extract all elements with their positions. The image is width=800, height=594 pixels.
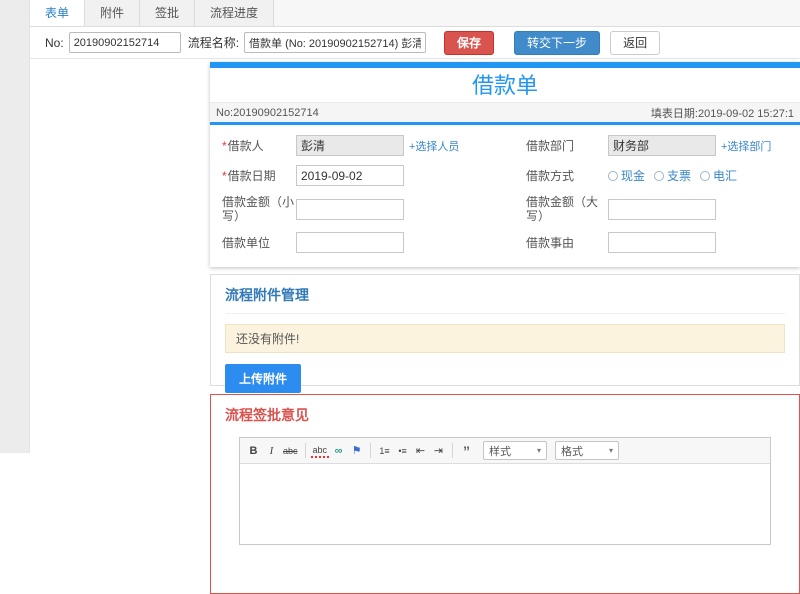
tab-progress[interactable]: 流程进度 (195, 0, 275, 26)
amount-lower-field (296, 198, 526, 220)
next-step-button[interactable]: 转交下一步 (514, 30, 601, 55)
loan-form-panel: 借款单 No:20190902152714 填表日期:2019-09-02 15… (210, 62, 800, 267)
process-name-input[interactable] (244, 32, 427, 53)
radio-icon (608, 170, 618, 181)
no-attachment-notice: 还没有附件! (225, 324, 785, 353)
chevron-down-icon: ▾ (609, 446, 614, 455)
no-label: No: (45, 35, 64, 50)
bullet-list-icon[interactable]: •≡ (394, 442, 411, 459)
format-select-label: 格式 (561, 445, 584, 458)
form-title: 借款单 (471, 73, 538, 98)
flag-icon[interactable]: ⚑ (348, 442, 365, 459)
dept-label: 借款部门 (526, 138, 575, 153)
radio-option-cash[interactable]: 现金 (608, 167, 645, 184)
upload-attachment-button[interactable]: 上传附件 (225, 364, 302, 393)
radio-option-check[interactable]: 支票 (654, 167, 691, 184)
italic-button[interactable]: I (263, 442, 280, 459)
tab-attachments[interactable]: 附件 (85, 0, 141, 26)
spellcheck-icon[interactable]: abc (310, 444, 330, 458)
no-input[interactable] (68, 32, 181, 53)
chevron-down-icon: ▾ (537, 446, 542, 455)
tab-form[interactable]: 表单 (30, 0, 86, 26)
borrow-date-field (296, 165, 526, 186)
style-select[interactable]: 样式 ▾ (483, 441, 548, 460)
select-dept-link[interactable]: +选择部门 (721, 138, 771, 154)
toolbar-separator (304, 443, 306, 458)
form-info-bar: No:20190902152714 填表日期:2019-09-02 15:27:… (210, 102, 800, 122)
borrow-date-input[interactable] (296, 165, 404, 186)
unit-input[interactable] (296, 232, 404, 253)
form-date-text: 填表日期:2019-09-02 15:27:1 (650, 107, 794, 120)
tab-approval[interactable]: 签批 (140, 0, 196, 26)
toolbar: No: 流程名称: 保存 转交下一步 返回 (30, 27, 800, 59)
required-asterisk: * (222, 168, 227, 183)
unit-label: 借款单位 (222, 235, 271, 250)
reason-label: 借款事由 (526, 235, 575, 250)
outdent-icon[interactable]: ⇤ (412, 442, 429, 459)
amount-lower-label: 借款金额（小写） (222, 195, 295, 223)
form-no-text: No:20190902152714 (216, 106, 319, 119)
format-select[interactable]: 格式 ▾ (555, 441, 620, 460)
back-button[interactable]: 返回 (610, 30, 661, 55)
tab-bar: 表单 附件 签批 流程进度 (30, 0, 800, 27)
dept-field: +选择部门 (608, 135, 788, 156)
method-field: 现金 支票 电汇 (608, 167, 788, 184)
borrow-date-label: *借款日期 (222, 168, 276, 183)
required-asterisk: * (222, 138, 227, 153)
link-icon[interactable]: ∞ (330, 442, 347, 459)
rich-text-editor: B I abc abc ∞ ⚑ 1≡ •≡ ⇤ ⇥ ” 样式 ▾ 格式 ▾ (239, 437, 771, 545)
amount-upper-input[interactable] (608, 198, 716, 220)
form-grid: *借款人 +选择人员 借款部门 +选择部门 *借款日期 借款方式 现金 支票 电… (210, 125, 800, 263)
radio-option-wire[interactable]: 电汇 (700, 167, 737, 184)
bold-button[interactable]: B (245, 442, 262, 459)
borrower-input[interactable] (296, 135, 404, 156)
process-name-label: 流程名称: (187, 36, 240, 50)
approval-title: 流程签批意见 (225, 407, 309, 423)
toolbar-separator (370, 443, 372, 458)
radio-icon (700, 170, 711, 181)
amount-upper-label: 借款金额（大写） (526, 195, 599, 223)
attachment-title: 流程附件管理 (225, 285, 785, 314)
style-select-label: 样式 (489, 445, 512, 458)
editor-content[interactable] (240, 464, 770, 544)
blockquote-icon[interactable]: ” (458, 442, 475, 459)
reason-field (608, 232, 788, 253)
radio-icon (654, 170, 665, 181)
strikethrough-button[interactable]: abc (281, 442, 300, 459)
numbered-list-icon[interactable]: 1≡ (376, 442, 393, 459)
borrower-label: *借款人 (222, 138, 264, 153)
save-button[interactable]: 保存 (444, 30, 495, 55)
borrower-field: +选择人员 (296, 135, 526, 156)
amount-lower-input[interactable] (296, 198, 404, 220)
reason-input[interactable] (608, 232, 716, 253)
editor-toolbar: B I abc abc ∞ ⚑ 1≡ •≡ ⇤ ⇥ ” 样式 ▾ 格式 ▾ (240, 438, 770, 464)
unit-field (296, 232, 526, 253)
method-label: 借款方式 (526, 168, 575, 183)
approval-panel: 流程签批意见 B I abc abc ∞ ⚑ 1≡ •≡ ⇤ ⇥ ” 样式 ▾ … (210, 394, 800, 594)
indent-icon[interactable]: ⇥ (430, 442, 447, 459)
dept-input[interactable] (608, 135, 716, 156)
left-gutter (0, 0, 30, 453)
select-person-link[interactable]: +选择人员 (409, 138, 459, 154)
amount-upper-field (608, 198, 788, 220)
attachment-panel: 流程附件管理 还没有附件! 上传附件 (210, 274, 800, 393)
toolbar-separator (452, 443, 454, 458)
